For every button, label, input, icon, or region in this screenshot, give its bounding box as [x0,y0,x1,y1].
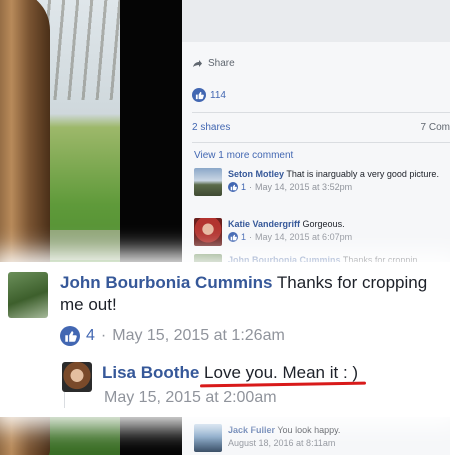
divider [192,112,450,113]
comment-author[interactable]: John Bourbonia Cummins [60,273,273,292]
comments-count[interactable]: 7 Com [421,122,450,133]
like-icon [228,182,238,192]
comment-like-count: 4 [86,327,95,344]
reply-text: Love you. Mean it : ) [204,363,359,382]
share-label: Share [208,58,235,69]
comment-timestamp[interactable]: May 15, 2015 at 1:26am [112,327,285,345]
reply-text-wrap: Love you. Mean it : ) [200,363,367,388]
comment-like-count: 1 [241,232,247,242]
panel-top [182,0,450,42]
avatar[interactable] [62,362,92,392]
shares-row: 2 shares 7 Com [192,122,450,133]
zoomed-reply: Lisa Boothe Love you. Mean it : ) [62,362,367,392]
comment-meta: August 18, 2016 at 8:11am [228,437,340,449]
share-icon [192,59,202,69]
red-underline-annotation [200,381,367,388]
comment-author[interactable]: Jack Fuller [228,425,275,435]
likes-summary[interactable]: 114 [192,88,226,102]
comment-item: Jack Fuller You look happy. August 18, 2… [194,424,450,452]
comment-item: Katie Vandergriff Gorgeous. 1 · May 14, … [194,218,450,246]
comment-like-count: 1 [241,182,247,192]
reply-timestamp[interactable]: May 15, 2015 at 2:00am [104,389,277,407]
avatar[interactable] [194,424,222,452]
shares-link[interactable]: 2 shares [192,122,230,133]
like-icon [192,88,206,102]
comment-timestamp[interactable]: August 18, 2016 at 8:11am [228,437,335,449]
comment-item: Seton Motley That is inarguably a very g… [194,168,450,196]
comment-meta: 1 · May 14, 2015 at 6:07pm [228,231,352,243]
comment-meta: 4 · May 15, 2015 at 1:26am [60,326,285,346]
photo-path [40,230,120,260]
avatar[interactable] [8,272,48,318]
comment-timestamp[interactable]: May 14, 2015 at 6:07pm [255,231,352,243]
comment-author[interactable]: Katie Vandergriff [228,219,300,229]
zoomed-comment-overlay: John Bourbonia Cummins Thanks for croppi… [0,262,450,417]
comment-timestamp[interactable]: May 14, 2015 at 3:52pm [255,181,352,193]
avatar[interactable] [194,168,222,196]
comment-author[interactable]: Seton Motley [228,169,284,179]
reply-author[interactable]: Lisa Boothe [102,363,199,382]
avatar[interactable] [194,218,222,246]
comment-text: You look happy. [277,425,341,435]
meta-separator: · [100,327,107,344]
like-icon [60,326,80,346]
comment-text: Gorgeous. [302,219,345,229]
screenshot: Share 114 2 shares 7 Com View 1 more com… [0,0,450,455]
like-icon [228,232,238,242]
likes-count: 114 [210,89,226,101]
share-button[interactable]: Share [192,58,235,69]
view-more-comments-link[interactable]: View 1 more comment [194,150,293,161]
comment-text: That is inarguably a very good picture. [286,169,439,179]
divider [192,142,450,143]
zoomed-comment: John Bourbonia Cummins Thanks for croppi… [8,272,450,318]
comment-meta: 1 · May 14, 2015 at 3:52pm [228,181,439,193]
